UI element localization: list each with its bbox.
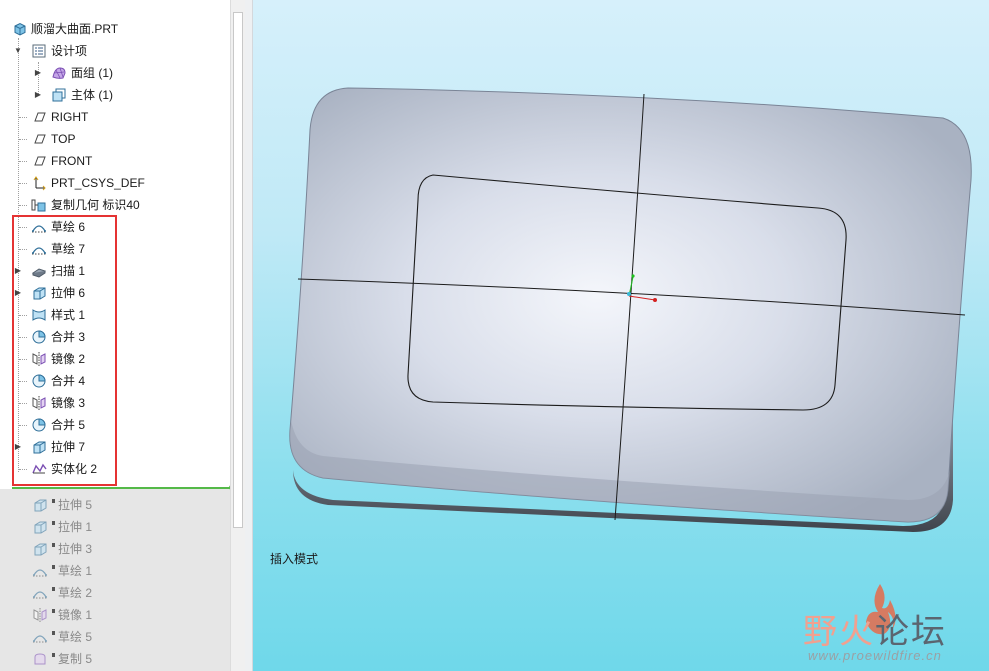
tree-item[interactable]: ▼ 设计项 (0, 40, 230, 62)
tree-item-label: 面组 (1) (71, 66, 114, 80)
datum-plane-icon (34, 112, 46, 122)
watermark-text: 野火论坛 (803, 612, 947, 652)
copy-icon (34, 653, 46, 665)
sketch-icon (33, 635, 47, 643)
extrude-icon (34, 521, 47, 534)
expand-toggle[interactable]: ▶ (33, 67, 43, 79)
graphics-viewport[interactable]: 插入模式 野火论坛 www.proewildfire.cn (253, 0, 989, 671)
datum-plane-icon (34, 134, 46, 144)
tree-item-suppressed[interactable]: 草绘 1 (0, 560, 230, 582)
tree-item[interactable]: TOP (0, 128, 230, 150)
tree-item[interactable]: FRONT (0, 150, 230, 172)
suppressed-marker (52, 631, 55, 635)
model-render (289, 87, 972, 532)
tree-item-suppressed[interactable]: 草绘 5 (0, 626, 230, 648)
sketch-icon (33, 569, 47, 577)
tree-item-label: 拉伸 1 (58, 520, 93, 534)
tree-item-suppressed[interactable]: 镜像 1 (0, 604, 230, 626)
suppressed-marker (52, 565, 55, 569)
suppressed-marker (52, 499, 55, 503)
tree-item-label: RIGHT (51, 110, 89, 124)
tree-item-label: FRONT (51, 154, 93, 168)
tree-item-suppressed[interactable]: 拉伸 5 (0, 494, 230, 516)
tree-item-suppressed[interactable]: 复制 5 (0, 648, 230, 670)
collapse-toggle[interactable]: ▼ (13, 45, 23, 57)
tree-item-label: 主体 (1) (71, 88, 114, 102)
tree-item-label: 草绘 2 (58, 586, 93, 600)
tree-root-label: 顺溜大曲面.PRT (31, 22, 119, 36)
design-items-icon (32, 44, 46, 58)
tree-item[interactable]: PRT_CSYS_DEF (0, 172, 230, 194)
tree-item-suppressed[interactable]: 拉伸 3 (0, 538, 230, 560)
datum-plane-icon (34, 156, 46, 166)
quilt-icon (52, 67, 66, 79)
tree-item-label: PRT_CSYS_DEF (51, 176, 145, 190)
watermark-url: www.proewildfire.cn (808, 648, 942, 663)
sketch-icon (33, 591, 47, 599)
tree-item[interactable]: ▶ 主体 (1) (0, 84, 230, 106)
tree-item[interactable]: RIGHT (0, 106, 230, 128)
tree-item-label: 拉伸 5 (58, 498, 93, 512)
mirror-icon (33, 608, 47, 622)
suppressed-marker (52, 543, 55, 547)
expand-toggle[interactable]: ▶ (33, 89, 43, 101)
tree-item-label: 复制 5 (58, 652, 93, 666)
body-icon (52, 88, 66, 102)
tree-connector (19, 205, 27, 206)
tree-connector (19, 139, 27, 140)
tree-root[interactable]: 顺溜大曲面.PRT (0, 18, 230, 40)
tree-item-label: 草绘 5 (58, 630, 93, 644)
tree-item-label: 复制几何 标识40 (51, 198, 140, 212)
tree-item-label: TOP (51, 132, 76, 146)
tree-item-label: 镜像 1 (58, 608, 93, 622)
panel-splitter[interactable] (245, 0, 253, 671)
tree-item[interactable]: ▶ 面组 (1) (0, 62, 230, 84)
tree-connector (19, 161, 27, 162)
tree-item-suppressed[interactable]: 草绘 2 (0, 582, 230, 604)
insert-mode-label: 插入模式 (270, 552, 319, 566)
tree-connector (19, 183, 27, 184)
csys-icon (33, 176, 46, 191)
extrude-icon (34, 543, 47, 556)
suppressed-marker (52, 609, 55, 613)
part-icon (14, 22, 26, 36)
highlight-box (12, 215, 117, 486)
tree-scrollbar[interactable] (230, 0, 245, 671)
suppressed-marker (52, 653, 55, 657)
tree-item-label: 设计项 (51, 44, 88, 58)
tree-item-label: 草绘 1 (58, 564, 93, 578)
tree-item-suppressed[interactable]: 拉伸 1 (0, 516, 230, 538)
tree-connector (19, 117, 27, 118)
suppressed-marker (52, 587, 55, 591)
extrude-icon (34, 499, 47, 512)
watermark-logo: 野火论坛 www.proewildfire.cn (803, 582, 989, 667)
suppressed-marker (52, 521, 55, 525)
copy-geometry-icon (31, 199, 46, 212)
tree-scrollbar-thumb[interactable] (233, 12, 243, 528)
model-tree[interactable]: 顺溜大曲面.PRT ▼ 设计项 ▶ 面组 (1) ▶ 主体 (1) RIGHT TOP FRON… (0, 0, 245, 671)
tree-item-label: 拉伸 3 (58, 542, 93, 556)
insert-indicator[interactable] (12, 487, 230, 489)
tree-item[interactable]: 复制几何 标识40 (0, 194, 230, 216)
